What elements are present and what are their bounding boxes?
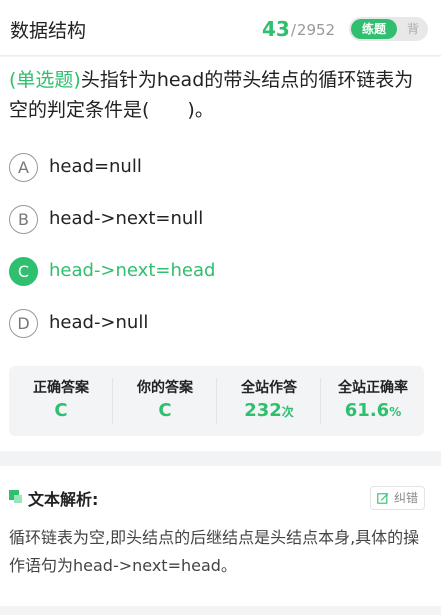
- stat-label: 全站作答: [241, 380, 297, 396]
- stat-value: 61.6%: [321, 400, 425, 421]
- stat-unit: %: [389, 405, 402, 419]
- question-card: (单选题)头指针为head的带头结点的循环链表为空的判定条件是( )。 A he…: [0, 57, 441, 451]
- stat-label: 你的答案: [137, 380, 193, 396]
- stat-site-attempts: 全站作答 232次: [217, 366, 321, 436]
- option-a[interactable]: A head=null: [9, 151, 429, 185]
- option-letter: A: [9, 153, 38, 182]
- report-error-label: 纠错: [394, 491, 419, 505]
- mode-practice[interactable]: 练题: [351, 19, 397, 39]
- stat-value: C: [54, 400, 68, 421]
- option-letter: C: [9, 257, 38, 286]
- stat-number: 232: [244, 400, 282, 421]
- mode-memorize[interactable]: 背: [403, 17, 423, 41]
- report-error-button[interactable]: 纠错: [370, 486, 425, 510]
- stat-value: C: [158, 400, 172, 421]
- option-d[interactable]: D head->null: [9, 307, 429, 341]
- bottom-spacer: [0, 606, 441, 615]
- stat-your-answer: 你的答案 C: [113, 366, 217, 436]
- top-bar: 数据结构 43/2952 练题 背: [0, 0, 441, 56]
- question-progress: 43/2952: [262, 17, 335, 41]
- answer-stats-panel: 正确答案 C 你的答案 C 全站作答 232次 全站正确率 61.6%: [9, 366, 424, 436]
- section-marker-icon-accent: [14, 495, 22, 503]
- progress-separator: /: [290, 21, 296, 39]
- edit-icon: [377, 493, 389, 504]
- mode-toggle[interactable]: 练题 背: [349, 17, 428, 41]
- analysis-title: 文本解析:: [28, 490, 99, 509]
- option-letter: B: [9, 205, 38, 234]
- stat-correct-answer: 正确答案 C: [9, 366, 113, 436]
- analysis-card: 文本解析: 纠错 循环链表为空,即头结点的后继结点是头结点本身,具体的操作语句为…: [0, 466, 441, 606]
- analysis-text: 循环链表为空,即头结点的后继结点是头结点本身,具体的操作语句为head->nex…: [9, 528, 420, 575]
- option-text: head->next=null: [49, 208, 204, 229]
- current-question-number: 43: [262, 17, 290, 41]
- stat-label: 全站正确率: [338, 380, 408, 396]
- stat-number: 61.6: [344, 400, 390, 421]
- option-c[interactable]: C head->next=head: [9, 255, 429, 289]
- question-type-label: (单选题): [9, 69, 81, 91]
- option-letter: D: [9, 309, 38, 338]
- question-stem: (单选题)头指针为head的带头结点的循环链表为空的判定条件是( )。: [9, 65, 429, 125]
- stat-site-accuracy: 全站正确率 61.6%: [321, 366, 425, 436]
- subject-title: 数据结构: [10, 20, 87, 42]
- option-text: head->next=head: [49, 260, 216, 281]
- stat-label: 正确答案: [33, 380, 89, 396]
- option-b[interactable]: B head->next=null: [9, 203, 429, 237]
- total-question-count: 2952: [296, 21, 336, 39]
- option-text: head->null: [49, 312, 149, 333]
- option-text: head=null: [49, 156, 142, 177]
- stat-value: 232次: [217, 400, 321, 421]
- stat-unit: 次: [281, 405, 294, 419]
